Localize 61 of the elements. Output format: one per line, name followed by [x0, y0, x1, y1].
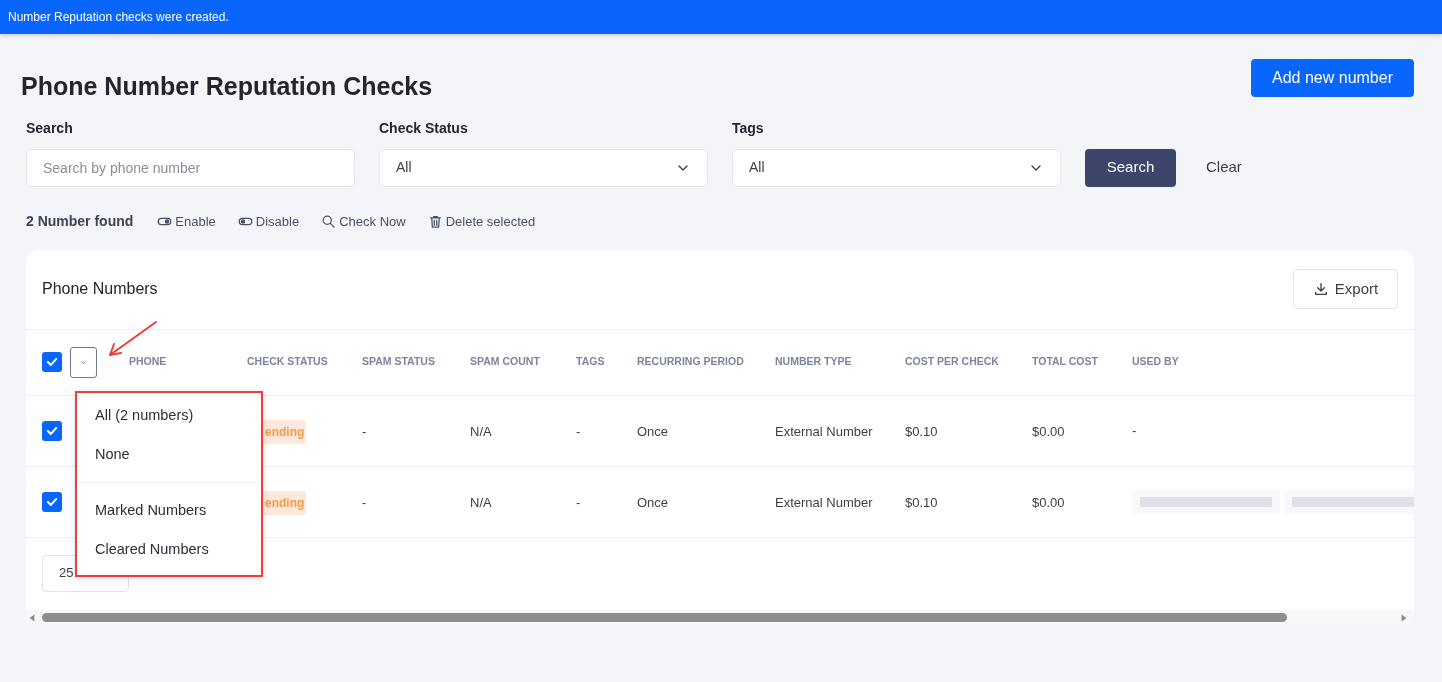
- select-field[interactable]: All: [379, 148, 708, 187]
- search-button[interactable]: Search: [1085, 148, 1176, 187]
- column-header: SPAM COUNT: [470, 354, 541, 370]
- table-cell: External Number: [775, 423, 873, 439]
- check-icon: [45, 355, 59, 369]
- table-cell: N/A: [470, 494, 492, 510]
- result-count: 2 Number found: [26, 212, 134, 231]
- action-button[interactable]: Check Now: [321, 211, 406, 232]
- search-field[interactable]: Search by phone number: [26, 148, 355, 187]
- column-header: CHECK STATUS: [247, 354, 329, 370]
- select-menu-toggle[interactable]: [70, 346, 97, 378]
- table-cell: -: [576, 494, 581, 510]
- notification-text: Number Reputation checks were created.: [8, 9, 229, 26]
- table-cell: Once: [637, 494, 669, 510]
- trash-icon: [427, 214, 443, 229]
- column-header: TAGS: [576, 354, 606, 370]
- action-button[interactable]: Enable: [157, 211, 216, 232]
- add-number-button[interactable]: Add new number: [1251, 59, 1414, 97]
- search-icon: [321, 214, 337, 229]
- table-cell: External Number: [775, 494, 873, 510]
- annotation-arrow: [106, 319, 158, 358]
- menu-item[interactable]: None: [77, 435, 261, 475]
- column-header: NUMBER TYPE: [775, 354, 853, 370]
- table-cell: -: [362, 423, 367, 439]
- card-title: Phone Numbers: [42, 279, 158, 299]
- table-cell: $0.00: [1032, 423, 1065, 439]
- select-value: All: [396, 158, 412, 177]
- field-label: Check Status: [379, 118, 469, 138]
- table-cell-text: -: [1132, 421, 1137, 440]
- action-button[interactable]: Delete selected: [427, 211, 536, 232]
- table-cell: -: [362, 494, 367, 510]
- select-value: All: [749, 158, 765, 177]
- column-header: PHONE: [129, 354, 168, 370]
- table-cell: -: [576, 423, 581, 439]
- column-header: SPAM STATUS: [362, 354, 436, 370]
- checkbox[interactable]: [42, 420, 62, 441]
- table-cell: $0.10: [905, 423, 938, 439]
- table-cell: Once: [637, 423, 669, 439]
- field-label: Search: [26, 118, 74, 138]
- table-cell: $0.00: [1032, 494, 1065, 510]
- column-header: RECURRING PERIOD: [637, 354, 745, 370]
- menu-item[interactable]: Cleared Numbers: [77, 530, 261, 570]
- export-button[interactable]: Export: [1293, 269, 1398, 309]
- table-cell: N/A: [470, 423, 492, 439]
- status-badge: ending: [263, 419, 307, 444]
- field-label: Tags: [732, 118, 765, 138]
- column-header: COST PER CHECK: [905, 354, 1000, 370]
- clear-button[interactable]: Clear: [1198, 148, 1250, 187]
- page-title: Phone Number Reputation Checks: [21, 71, 433, 102]
- select-field[interactable]: All: [732, 148, 1061, 187]
- download-icon: [1312, 281, 1329, 297]
- menu-item[interactable]: Marked Numbers: [77, 491, 261, 531]
- page-size-value: 25: [59, 564, 74, 583]
- checkbox[interactable]: [42, 352, 62, 372]
- table-cell: $0.10: [905, 494, 938, 510]
- checkbox[interactable]: [42, 491, 62, 512]
- action-button[interactable]: Disable: [237, 211, 300, 232]
- menu-item[interactable]: All (2 numbers): [77, 396, 261, 436]
- column-header: USED BY: [1132, 354, 1180, 370]
- status-badge: ending: [263, 490, 307, 515]
- column-header: TOTAL COST: [1032, 354, 1099, 370]
